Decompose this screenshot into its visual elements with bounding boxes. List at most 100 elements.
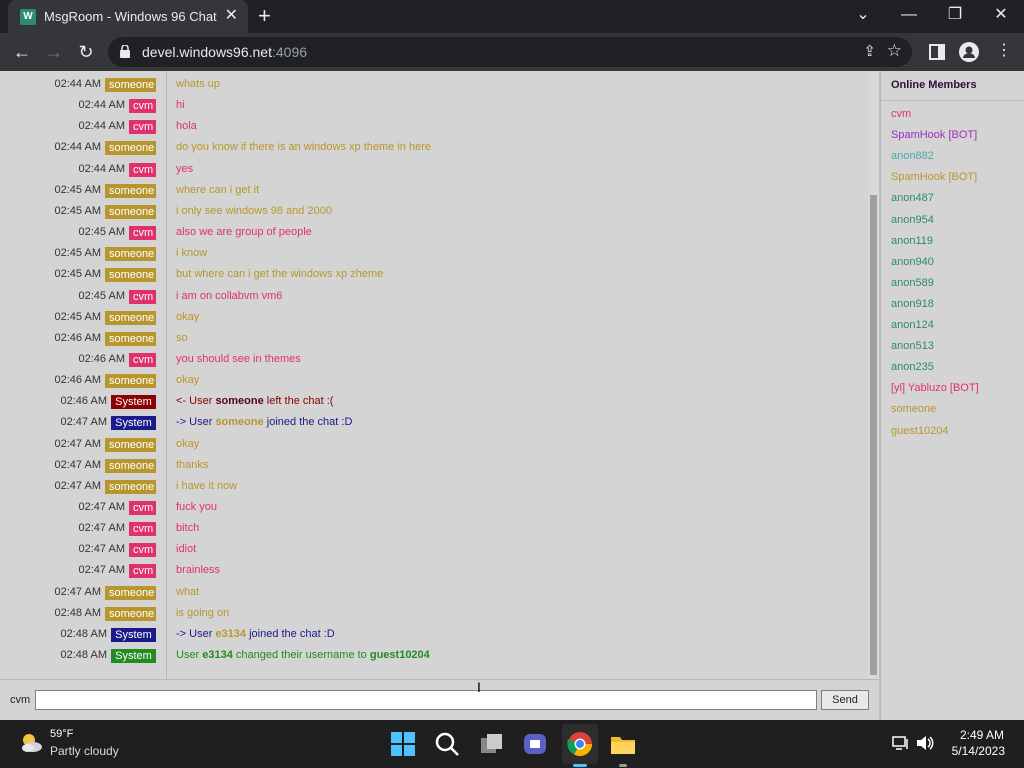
partly-cloudy-icon[interactable]	[18, 730, 44, 756]
user-badge[interactable]: cvm	[129, 162, 156, 177]
lock-icon	[120, 45, 130, 58]
scroll-thumb[interactable]	[870, 195, 877, 675]
volume-icon[interactable]	[916, 735, 934, 751]
member-item[interactable]: someone	[891, 403, 936, 415]
user-badge[interactable]: someone	[105, 606, 156, 621]
user-badge[interactable]: cvm	[129, 289, 156, 304]
tab-title: MsgRoom - Windows 96 Chat	[44, 9, 217, 24]
user-badge[interactable]: System	[111, 416, 156, 431]
forward-icon[interactable]: →	[42, 41, 66, 63]
message-text: i know	[176, 247, 208, 260]
member-item[interactable]: anon918	[891, 298, 934, 310]
restore-button[interactable]: ❐	[935, 4, 975, 28]
member-item[interactable]: anon235	[891, 361, 934, 373]
member-item[interactable]: anon513	[891, 340, 934, 352]
clock-date[interactable]: 5/14/2023	[952, 744, 1005, 758]
tab-search-icon[interactable]: ⌄	[843, 4, 883, 28]
message-input[interactable]	[35, 690, 817, 710]
user-badge[interactable]: System	[111, 395, 156, 410]
search-icon[interactable]	[433, 730, 461, 758]
user-badge[interactable]: cvm	[129, 226, 156, 241]
user-badge[interactable]: cvm	[129, 352, 156, 367]
member-item[interactable]: anon487	[891, 192, 934, 204]
message-text: idiot	[176, 543, 197, 556]
member-item[interactable]: cvm	[891, 108, 911, 120]
user-badge[interactable]: cvm	[129, 99, 156, 114]
system-text: User	[176, 649, 203, 662]
message-text: but where can i get the windows xp zheme	[176, 268, 384, 281]
member-item[interactable]: anon940	[891, 256, 934, 268]
member-item[interactable]: anon119	[891, 235, 933, 247]
member-item[interactable]: [yl] Yabluzo [BOT]	[891, 382, 979, 394]
user-badge[interactable]: someone	[105, 479, 156, 494]
teams-chat-icon[interactable]	[521, 730, 549, 758]
message-text: i have it now	[176, 479, 238, 492]
user-badge[interactable]: someone	[105, 268, 156, 283]
message-text: do you know if there is an windows xp th…	[176, 141, 431, 154]
url-port: :4096	[271, 44, 308, 60]
bookmark-star-icon[interactable]: ☆	[887, 41, 902, 61]
close-tab-icon[interactable]: ✕	[225, 7, 238, 25]
user-badge[interactable]: someone	[105, 310, 156, 325]
weather-condition[interactable]: Partly cloudy	[50, 744, 119, 758]
member-item[interactable]: guest10204	[891, 425, 949, 437]
user-badge[interactable]: cvm	[129, 120, 156, 135]
clock-time[interactable]: 2:49 AM	[960, 728, 1004, 742]
task-view-icon[interactable]	[478, 730, 506, 758]
member-item[interactable]: SpamHook [BOT]	[891, 171, 977, 183]
system-username: someone	[215, 416, 264, 429]
system-text: <- User	[176, 395, 216, 408]
user-badge[interactable]: cvm	[129, 501, 156, 515]
message-text: so	[176, 331, 188, 344]
message-time: 02:48 AM	[60, 627, 107, 640]
chat-message: someone 02:44 AM whats up	[0, 74, 868, 95]
user-badge[interactable]: System	[111, 627, 156, 642]
menu-icon[interactable]: ⋮	[996, 40, 1012, 60]
browser-tab[interactable]: W MsgRoom - Windows 96 Chat ✕	[8, 0, 248, 33]
member-item[interactable]: anon124	[891, 319, 934, 331]
file-explorer-icon[interactable]	[609, 730, 637, 758]
address-bar[interactable]: devel.windows96.net:4096 ⇪ ☆	[108, 37, 912, 67]
share-icon[interactable]: ⇪	[863, 42, 876, 60]
network-icon[interactable]	[892, 735, 910, 751]
close-window-button[interactable]: ✕	[981, 4, 1021, 28]
chat-scrollbar[interactable]	[868, 71, 879, 679]
member-item[interactable]: anon589	[891, 277, 934, 289]
send-button[interactable]: Send	[821, 690, 869, 710]
user-badge[interactable]: someone	[105, 204, 156, 219]
message-text: User e3134 changed their username to gue…	[176, 645, 430, 666]
message-text: what	[176, 585, 200, 598]
user-badge[interactable]: someone	[105, 247, 156, 262]
user-badge[interactable]: someone	[105, 183, 156, 198]
user-badge[interactable]: cvm	[129, 543, 156, 558]
taskbar: 59°F Partly cloudy 2:49 AM 5/14/2023	[0, 720, 1024, 768]
user-badge[interactable]: someone	[105, 585, 156, 600]
weather-temperature[interactable]: 59°F	[50, 728, 73, 740]
windows-start-icon[interactable]	[389, 730, 417, 758]
user-badge[interactable]: System	[111, 649, 156, 664]
message-time: 02:44 AM	[78, 99, 125, 112]
reload-icon[interactable]: ↻	[74, 41, 98, 63]
chat-message: cvm 02:44 AM hi	[0, 95, 868, 116]
member-item[interactable]: SpamHook [BOT]	[891, 129, 977, 141]
back-icon[interactable]: ←	[10, 41, 34, 63]
message-time: 02:46 AM	[60, 395, 107, 408]
user-badge[interactable]: someone	[105, 458, 156, 473]
chrome-icon[interactable]	[566, 730, 594, 758]
message-text: yes	[176, 162, 194, 175]
user-badge[interactable]: someone	[105, 331, 156, 346]
user-badge[interactable]: someone	[105, 437, 156, 452]
minimize-button[interactable]: —	[889, 4, 929, 28]
user-badge[interactable]: someone	[105, 141, 156, 156]
user-badge[interactable]: cvm	[129, 522, 156, 537]
side-panel-icon[interactable]	[929, 44, 945, 60]
message-time: 02:47 AM	[54, 458, 101, 471]
user-badge[interactable]: someone	[105, 78, 156, 92]
chat-message: cvm 02:44 AM hola	[0, 116, 868, 137]
member-item[interactable]: anon882	[891, 150, 934, 162]
member-item[interactable]: anon954	[891, 214, 934, 226]
new-tab-button[interactable]: +	[258, 5, 271, 27]
user-badge[interactable]: cvm	[129, 564, 156, 579]
user-badge[interactable]: someone	[105, 374, 156, 389]
profile-icon[interactable]	[959, 42, 979, 62]
